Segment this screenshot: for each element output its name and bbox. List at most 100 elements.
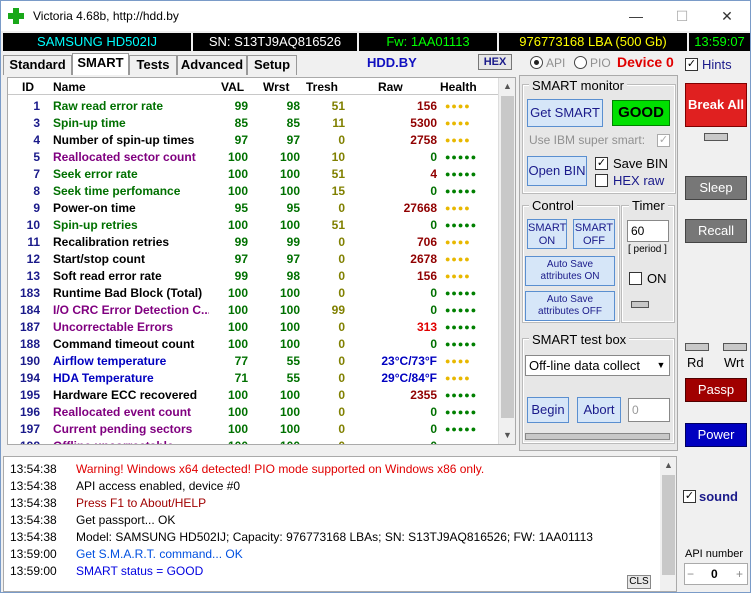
attr-val: 99 (234, 269, 248, 283)
timer-on-checkbox[interactable] (629, 272, 642, 285)
attr-raw: 0 (430, 286, 437, 300)
log-time: 13:54:38 (10, 479, 57, 493)
table-header: ID Name VAL Wrst Tresh Raw Health (8, 78, 498, 95)
attr-id: 195 (19, 388, 40, 402)
hex-button[interactable]: HEX (478, 54, 512, 70)
ibm-super-smart-checkbox[interactable]: ✓ (657, 134, 670, 147)
attr-raw: 313 (416, 320, 437, 334)
test-progress-field[interactable]: 0 (628, 398, 670, 422)
get-smart-button[interactable]: Get SMART (527, 99, 603, 127)
log-time: 13:54:38 (10, 513, 57, 527)
main-window: Victoria 4.68b, http://hdd.by — ☐ ✕ SAMS… (0, 0, 751, 593)
table-row[interactable]: 190 Airflow temperature 77 55 0 23°C/73°F ●●●● (8, 352, 498, 369)
tab-smart[interactable]: SMART (72, 53, 129, 75)
maximize-button[interactable]: ☐ (659, 1, 705, 31)
save-bin-checkbox[interactable]: ✓ (595, 157, 608, 170)
attr-tresh: 0 (338, 354, 345, 368)
smart-on-button[interactable]: SMART ON (527, 219, 567, 249)
attr-val: 99 (234, 99, 248, 113)
table-row[interactable]: 9 Power-on time 95 95 0 27668 ●●●● (8, 199, 498, 216)
col-tresh: Tresh (306, 80, 339, 94)
attr-val: 100 (228, 439, 248, 444)
log-line: 13:54:38 Press F1 to About/HELP (10, 496, 655, 512)
table-row[interactable]: 184 I/O CRC Error Detection C... 100 100 99 0… (8, 301, 498, 318)
autosave-on-button[interactable]: Auto Save attributes ON (525, 256, 615, 286)
timer-period-input[interactable]: 60 (627, 220, 669, 242)
break-all-button[interactable]: Break All (685, 83, 747, 127)
table-row[interactable]: 187 Uncorrectable Errors 100 100 0 313 ●●●●● (8, 318, 498, 335)
minimize-button[interactable]: — (613, 1, 659, 31)
close-button[interactable]: ✕ (704, 1, 750, 31)
tab-advanced[interactable]: Advanced (177, 55, 247, 75)
table-row[interactable]: 194 HDA Temperature 71 55 0 29°C/84°F ●●●● (8, 369, 498, 386)
begin-button[interactable]: Begin (527, 397, 569, 423)
victoria-cross-icon (8, 8, 24, 24)
power-button[interactable]: Power (685, 423, 747, 447)
attr-health: ●●●●● (445, 390, 478, 400)
table-row[interactable]: 5 Reallocated sector count 100 100 10 0 ●●●●● (8, 148, 498, 165)
table-row[interactable]: 197 Current pending sectors 100 100 0 0 ●●●●● (8, 420, 498, 437)
table-row[interactable]: 3 Spin-up time 85 85 11 5300 ●●●● (8, 114, 498, 131)
api-radio[interactable] (530, 56, 543, 69)
attr-health: ●●●● (445, 254, 471, 264)
scroll-up-icon[interactable]: ▲ (499, 78, 515, 95)
sleep-button[interactable]: Sleep (685, 176, 747, 200)
table-row[interactable]: 195 Hardware ECC recovered 100 100 0 2355 ●●●●… (8, 386, 498, 403)
increment-icon[interactable]: + (736, 567, 743, 581)
write-label: Wrt (724, 355, 744, 370)
tab-standard[interactable]: Standard (3, 55, 72, 75)
hex-raw-checkbox[interactable] (595, 174, 608, 187)
attr-wrst: 55 (286, 354, 300, 368)
attr-wrst: 100 (279, 286, 300, 300)
table-row[interactable]: 13 Soft read error rate 99 98 0 156 ●●●● (8, 267, 498, 284)
test-type-select[interactable]: Off-line data collect ▼ (525, 355, 670, 376)
tab-setup[interactable]: Setup (247, 55, 297, 75)
table-row[interactable]: 11 Recalibration retries 99 99 0 706 ●●●● (8, 233, 498, 250)
attr-id: 4 (33, 133, 40, 147)
table-row[interactable]: 198 Offline uncorrectable 100 100 0 0 ●●●●● (8, 437, 498, 444)
table-row[interactable]: 1 Raw read error rate 99 98 51 156 ●●●● (8, 97, 498, 114)
table-row[interactable]: 188 Command timeout count 100 100 0 0 ●●●●● (8, 335, 498, 352)
table-row[interactable]: 183 Runtime Bad Block (Total) 100 100 0 0 ●●●●… (8, 284, 498, 301)
smart-off-button[interactable]: SMART OFF (573, 219, 615, 249)
timer-indicator (631, 301, 649, 308)
attr-health: ●●●●● (445, 339, 478, 349)
recall-button[interactable]: Recall (685, 219, 747, 243)
attr-wrst: 100 (279, 422, 300, 436)
clear-log-button[interactable]: CLS (627, 575, 651, 589)
attr-val: 97 (234, 252, 248, 266)
table-row[interactable]: 196 Reallocated event count 100 100 0 0 ●●●●● (8, 403, 498, 420)
sound-checkbox[interactable]: ✓ (683, 490, 696, 503)
log-scrollbar[interactable]: ▲ (660, 457, 676, 591)
table-row[interactable]: 7 Seek error rate 100 100 51 4 ●●●●● (8, 165, 498, 182)
table-row[interactable]: 4 Number of spin-up times 97 97 0 2758 ●●●● (8, 131, 498, 148)
log-scroll-up-icon[interactable]: ▲ (660, 457, 676, 474)
chevron-down-icon[interactable]: ▼ (653, 356, 669, 375)
attr-name: Raw read error rate (53, 99, 164, 113)
hints-checkbox[interactable]: ✓ (685, 58, 698, 71)
passport-button[interactable]: Passp (685, 378, 747, 402)
decrement-icon[interactable]: − (687, 567, 694, 581)
log-message: Get S.M.A.R.T. command... OK (76, 547, 243, 561)
open-bin-button[interactable]: Open BIN (527, 156, 587, 186)
table-row[interactable]: 12 Start/stop count 97 97 0 2678 ●●●● (8, 250, 498, 267)
scroll-down-icon[interactable]: ▼ (499, 427, 515, 444)
attr-tresh: 0 (338, 388, 345, 402)
break-indicator (704, 133, 728, 141)
save-bin-label: Save BIN (613, 156, 668, 171)
pio-radio[interactable] (574, 56, 587, 69)
table-scrollbar[interactable]: ▲ ▼ (498, 78, 515, 444)
attr-health: ●●●● (445, 237, 471, 247)
attr-health: ●●●●● (445, 152, 478, 162)
log-scroll-thumb[interactable] (662, 475, 675, 575)
api-number-stepper[interactable]: − 0 + (684, 563, 748, 585)
tab-tests[interactable]: Tests (129, 55, 177, 75)
abort-button[interactable]: Abort (577, 397, 621, 423)
attr-name: Seek time perfomance (53, 184, 181, 198)
smart-attribute-table: ID Name VAL Wrst Tresh Raw Health 1 Raw r… (7, 77, 516, 445)
table-row[interactable]: 10 Spin-up retries 100 100 51 0 ●●●●● (8, 216, 498, 233)
scroll-thumb[interactable] (501, 96, 514, 418)
table-row[interactable]: 8 Seek time perfomance 100 100 15 0 ●●●●● (8, 182, 498, 199)
site-link[interactable]: HDD.BY (367, 55, 417, 70)
autosave-off-button[interactable]: Auto Save attributes OFF (525, 291, 615, 321)
